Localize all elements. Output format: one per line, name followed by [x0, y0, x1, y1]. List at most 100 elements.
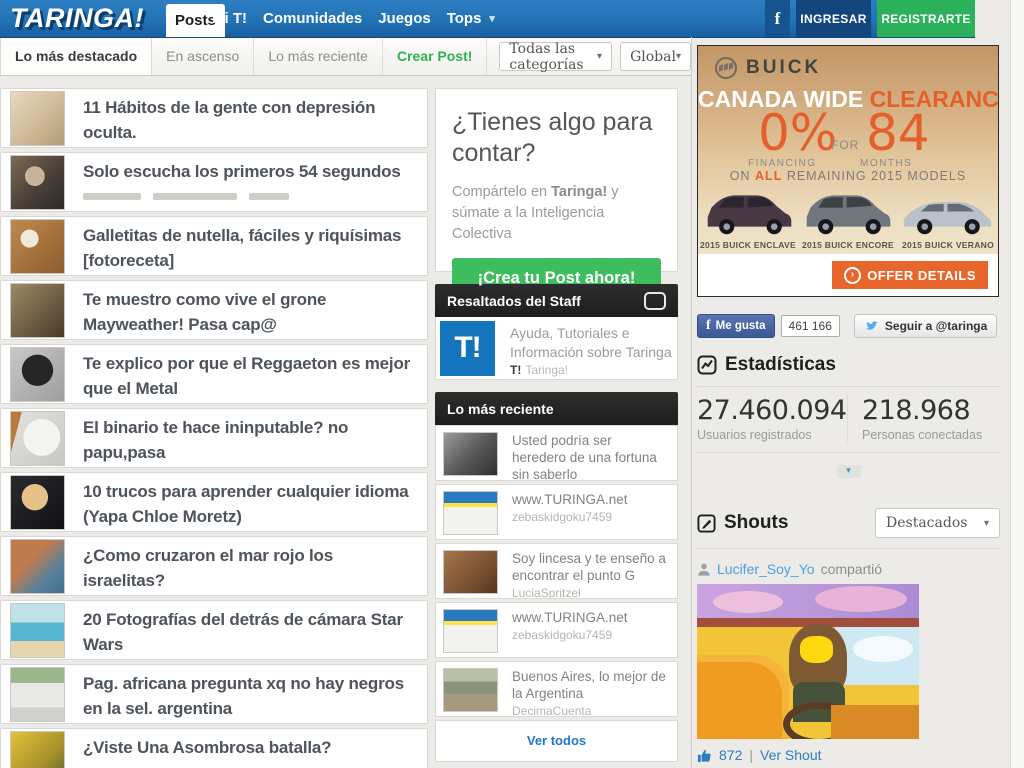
see-all-link[interactable]: Ver todos	[435, 720, 678, 762]
menu-item-mi-t[interactable]: Mi T!	[212, 10, 247, 27]
login-button[interactable]: INGRESAR	[796, 0, 871, 37]
stat-label: Personas conectadas	[862, 428, 982, 442]
staff-item-title[interactable]: Ayuda, Tutoriales e Información sobre Ta…	[510, 321, 673, 362]
shouts-filter-value: Destacados	[886, 515, 967, 531]
tab-lo-mas-destacado[interactable]: Lo más destacado	[0, 38, 152, 75]
post-thumbnail[interactable]	[10, 411, 65, 466]
post-title[interactable]: 10 trucos para aprender cualquier idioma…	[83, 479, 417, 529]
post-row[interactable]: Pag. africana pregunta xq no hay negros …	[0, 664, 428, 724]
shout-like-count[interactable]: 872	[719, 747, 742, 763]
menu-item-juegos[interactable]: Juegos	[378, 10, 431, 27]
post-thumbnail[interactable]	[10, 731, 65, 768]
recent-thumbnail[interactable]	[443, 668, 498, 712]
post-thumbnail[interactable]	[10, 347, 65, 402]
menu-item-tops[interactable]: Tops	[447, 10, 482, 27]
view-shout-link[interactable]: Ver Shout	[760, 747, 822, 763]
post-thumbnail[interactable]	[10, 667, 65, 722]
post-title[interactable]: El binario te hace ininputable? no papu,…	[83, 415, 417, 465]
post-thumbnail[interactable]	[10, 155, 65, 210]
post-title[interactable]: 11 Hábitos de la gente con depresión ocu…	[83, 95, 417, 145]
auth-buttons: f INGRESAR REGISTRARTE	[765, 0, 975, 37]
top-navbar: TARINGA! Posts Mi T! Comunidades Juegos …	[0, 0, 975, 38]
right-sidebar: BUICK CANADA WIDE CLEARANCE 0% FINANCING…	[697, 45, 1000, 768]
post-title[interactable]: Pag. africana pregunta xq no hay negros …	[83, 671, 417, 721]
offer-details-button[interactable]: › OFFER DETAILS	[832, 261, 988, 289]
facebook-icon[interactable]: f	[765, 0, 790, 37]
post-row[interactable]: Te explico por que el Reggaeton es mejor…	[0, 344, 428, 404]
buick-emblem-icon	[714, 56, 738, 80]
categories-dropdown[interactable]: Todas las categorías ▾	[499, 42, 612, 71]
recent-thumbnail[interactable]	[443, 491, 498, 535]
ad-headline: CANADA WIDE CLEARANCE	[698, 86, 998, 113]
post-row[interactable]: ¿Viste Una Asombrosa batalla?	[0, 728, 428, 768]
recent-thumbnail[interactable]	[443, 609, 498, 653]
stat-value: 218.968	[862, 395, 982, 426]
buick-ad-banner[interactable]: BUICK CANADA WIDE CLEARANCE 0% FINANCING…	[697, 45, 999, 297]
post-thumbnail[interactable]	[10, 603, 65, 658]
tab-crear-post[interactable]: Crear Post!	[383, 38, 487, 75]
recent-item[interactable]: Soy lincesa y te enseño a encontrar el p…	[435, 543, 678, 599]
post-row[interactable]: El binario te hace ininputable? no papu,…	[0, 408, 428, 468]
taringa-logo[interactable]: TARINGA!	[10, 3, 144, 34]
recent-title[interactable]: Soy lincesa y te enseño a encontrar el p…	[512, 550, 669, 584]
collapse-toggle-icon[interactable]	[644, 292, 666, 310]
shout-image[interactable]	[697, 584, 919, 739]
shout-like-row: 872 | Ver Shout	[697, 747, 1000, 763]
recent-user[interactable]: zebaskidgoku7459	[512, 628, 669, 642]
region-dropdown[interactable]: Global ▾	[620, 42, 691, 71]
post-title[interactable]: ¿Viste Una Asombrosa batalla?	[83, 735, 417, 760]
post-row[interactable]: ¿Como cruzaron el mar rojo los israelita…	[0, 536, 428, 596]
buick-logo: BUICK	[714, 56, 821, 80]
post-row[interactable]: Solo escucha los primeros 54 segundos	[0, 152, 428, 212]
recent-item[interactable]: www.TURINGA.net zebaskidgoku7459	[435, 602, 678, 658]
recent-user[interactable]: DecimaCuenta	[512, 704, 669, 717]
post-title[interactable]: Te muestro como vive el grone Mayweather…	[83, 287, 417, 337]
thumbs-up-icon[interactable]	[697, 748, 712, 763]
recent-title[interactable]: www.TURINGA.net	[512, 491, 669, 508]
tab-en-ascenso[interactable]: En ascenso	[152, 38, 254, 75]
register-button[interactable]: REGISTRARTE	[877, 0, 975, 37]
separator: |	[749, 747, 753, 763]
recent-user[interactable]: zebaskidgoku7459	[512, 510, 669, 524]
recent-title[interactable]: www.TURINGA.net	[512, 609, 669, 626]
post-thumbnail[interactable]	[10, 539, 65, 594]
featured-post-list: 11 Hábitos de la gente con depresión ocu…	[0, 88, 428, 768]
twitter-follow-button[interactable]: Seguir a @taringa	[854, 314, 997, 338]
post-title[interactable]: Te explico por que el Reggaeton es mejor…	[83, 351, 417, 401]
shout-user-link[interactable]: Lucifer_Soy_Yo	[717, 561, 815, 577]
post-title[interactable]: Galletitas de nutella, fáciles y riquísi…	[83, 223, 417, 273]
chevron-down-icon[interactable]: ▾	[489, 12, 495, 25]
menu-item-comunidades[interactable]: Comunidades	[263, 10, 362, 27]
facebook-like-button[interactable]: f Me gusta	[697, 314, 775, 338]
shouts-filter-dropdown[interactable]: Destacados ▾	[875, 508, 1000, 538]
post-title[interactable]: ¿Como cruzaron el mar rojo los israelita…	[83, 543, 417, 593]
post-title[interactable]: Solo escucha los primeros 54 segundos	[83, 159, 417, 184]
recent-item[interactable]: www.TURINGA.net zebaskidgoku7459	[435, 484, 678, 540]
post-thumbnail[interactable]	[10, 475, 65, 530]
post-row[interactable]: 11 Hábitos de la gente con depresión ocu…	[0, 88, 428, 148]
ad-months-label: MONTHS	[860, 158, 912, 169]
post-row[interactable]: 10 trucos para aprender cualquier idioma…	[0, 472, 428, 532]
staff-highlight-item[interactable]: T! Ayuda, Tutoriales e Información sobre…	[435, 317, 678, 380]
recent-user[interactable]: LuciaSpritzel	[512, 586, 669, 599]
post-thumbnail[interactable]	[10, 283, 65, 338]
post-row[interactable]: 20 Fotografías del detrás de cámara Star…	[0, 600, 428, 660]
post-title[interactable]: 20 Fotografías del detrás de cámara Star…	[83, 607, 417, 657]
shout-image-bus-seat	[697, 655, 789, 739]
recent-thumbnail[interactable]	[443, 550, 498, 594]
twitter-bird-icon	[864, 320, 879, 333]
column-divider	[691, 37, 692, 768]
post-row[interactable]: Galletitas de nutella, fáciles y riquísi…	[0, 216, 428, 276]
recent-item[interactable]: Usted podría ser heredero de una fortuna…	[435, 425, 678, 481]
user-icon	[697, 562, 711, 577]
tab-lo-mas-reciente[interactable]: Lo más reciente	[254, 38, 383, 75]
recent-title[interactable]: Usted podría ser heredero de una fortuna…	[512, 432, 669, 481]
post-thumbnail[interactable]	[10, 219, 65, 274]
recent-thumbnail[interactable]	[443, 432, 498, 476]
post-row[interactable]: Te muestro como vive el grone Mayweather…	[0, 280, 428, 340]
scrollbar-track[interactable]	[1010, 0, 1024, 768]
recent-title[interactable]: Buenos Aires, lo mejor de la Argentina	[512, 668, 669, 702]
recent-item[interactable]: Buenos Aires, lo mejor de la Argentina D…	[435, 661, 678, 717]
post-thumbnail[interactable]	[10, 91, 65, 146]
collapse-stats-button[interactable]: ▾	[837, 465, 861, 478]
